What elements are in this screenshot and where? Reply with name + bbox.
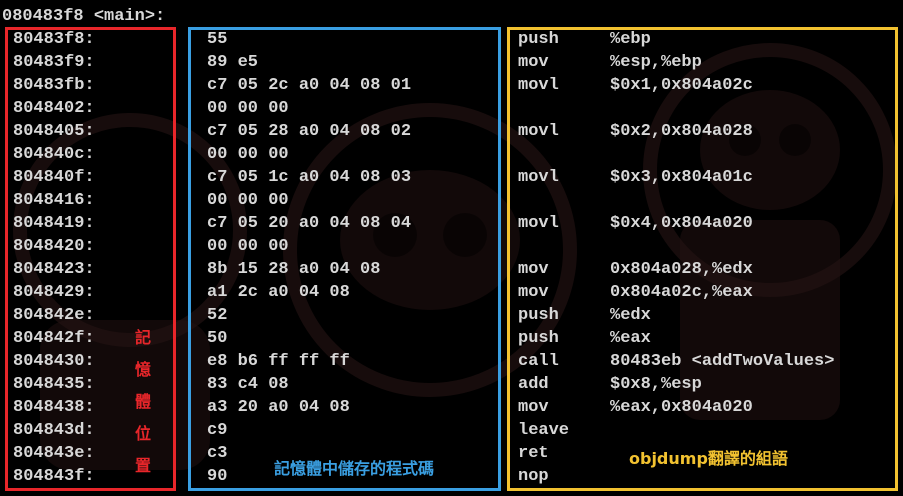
assembly-highlight-box — [507, 27, 898, 491]
objdump-assembly-label: objdump翻譯的組語 — [629, 449, 788, 468]
stored-program-highlight-box — [188, 27, 501, 491]
function-header: 080483f8 <main>: — [2, 7, 166, 26]
terminal-window: 080483f8 <main>: 80483f8: 80483f9: 80483fb… — [0, 0, 903, 496]
stored-program-label: 記憶體中儲存的程式碼 — [274, 459, 435, 478]
memory-address-label: 記憶體位置 — [134, 328, 151, 475]
